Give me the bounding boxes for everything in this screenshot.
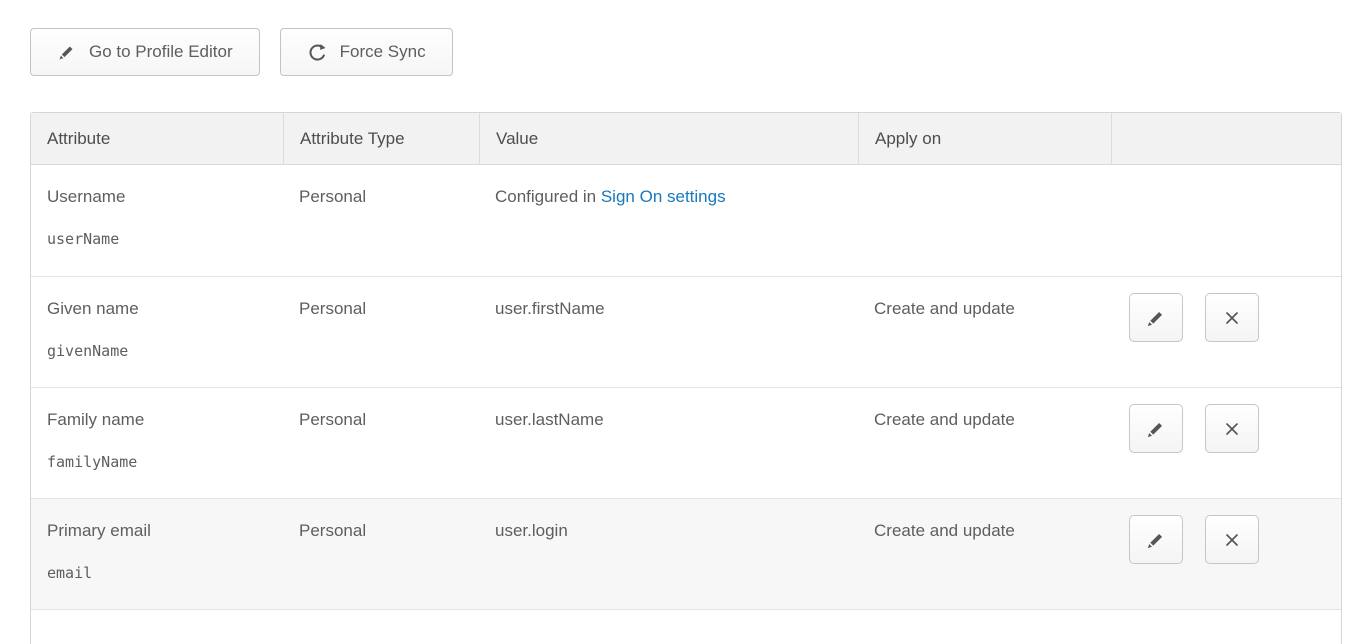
value-cell: user.firstName (479, 277, 858, 387)
edit-attribute-button[interactable] (1129, 515, 1183, 564)
attribute-type-value: Personal (299, 299, 366, 318)
actions-cell (1111, 388, 1341, 498)
pencil-icon (1145, 418, 1167, 440)
attribute-type-cell: Personal (283, 277, 479, 387)
column-header-attribute: Attribute (31, 113, 283, 164)
edit-attribute-button[interactable] (1129, 404, 1183, 453)
partial-next-row (31, 609, 1341, 644)
sign-on-settings-link[interactable]: Sign On settings (601, 187, 726, 206)
column-header-actions (1111, 113, 1341, 164)
pencil-icon (1145, 529, 1167, 551)
delete-attribute-button[interactable] (1205, 293, 1259, 342)
table-row: Primary email email Personal user.login … (31, 498, 1341, 609)
table-row: Given name givenName Personal user.first… (31, 276, 1341, 387)
x-icon (1222, 419, 1242, 439)
apply-on-cell: Create and update (858, 499, 1111, 609)
table-row: Username userName Personal Configured in… (31, 165, 1341, 276)
apply-on-value: Create and update (874, 410, 1015, 429)
attribute-type-value: Personal (299, 410, 366, 429)
actions-cell (1111, 277, 1341, 387)
attribute-variable-name: givenName (47, 342, 267, 360)
value-cell: user.lastName (479, 388, 858, 498)
go-to-profile-editor-button[interactable]: Go to Profile Editor (30, 28, 260, 76)
attribute-type-value: Personal (299, 187, 366, 206)
go-to-profile-editor-label: Go to Profile Editor (89, 42, 233, 62)
value-cell: user.login (479, 499, 858, 609)
column-header-apply-on: Apply on (858, 113, 1111, 164)
value-expression: user.login (495, 521, 568, 540)
pencil-icon (1145, 307, 1167, 329)
attribute-type-cell: Personal (283, 499, 479, 609)
x-icon (1222, 530, 1242, 550)
apply-on-value: Create and update (874, 299, 1015, 318)
attribute-cell: Given name givenName (31, 277, 283, 387)
attribute-variable-name: familyName (47, 453, 267, 471)
attribute-display-name: Primary email (47, 521, 151, 540)
apply-on-cell: Create and update (858, 388, 1111, 498)
attribute-cell: Family name familyName (31, 388, 283, 498)
value-cell: Configured in Sign On settings (479, 165, 858, 276)
apply-on-cell: Create and update (858, 277, 1111, 387)
pencil-icon (57, 42, 77, 62)
table-body: Username userName Personal Configured in… (31, 165, 1341, 609)
value-prefix-text: Configured in (495, 187, 601, 206)
attribute-mappings-page: Go to Profile Editor Force Sync Attribut… (0, 0, 1370, 644)
force-sync-button[interactable]: Force Sync (280, 28, 453, 76)
attribute-variable-name: userName (47, 230, 267, 248)
value-expression: user.firstName (495, 299, 605, 318)
attribute-cell: Username userName (31, 165, 283, 276)
attribute-type-cell: Personal (283, 165, 479, 276)
actions-cell (1111, 499, 1341, 609)
actions-cell (1111, 165, 1341, 276)
column-header-attribute-type: Attribute Type (283, 113, 479, 164)
attribute-display-name: Given name (47, 299, 139, 318)
attribute-cell: Primary email email (31, 499, 283, 609)
refresh-icon (307, 42, 328, 63)
attribute-type-value: Personal (299, 521, 366, 540)
delete-attribute-button[interactable] (1205, 404, 1259, 453)
table-row: Family name familyName Personal user.las… (31, 387, 1341, 498)
delete-attribute-button[interactable] (1205, 515, 1259, 564)
attribute-display-name: Username (47, 187, 125, 206)
attribute-mapping-table: Attribute Attribute Type Value Apply on … (30, 112, 1342, 644)
value-expression: user.lastName (495, 410, 604, 429)
column-header-value: Value (479, 113, 858, 164)
edit-attribute-button[interactable] (1129, 293, 1183, 342)
attribute-type-cell: Personal (283, 388, 479, 498)
x-icon (1222, 308, 1242, 328)
table-header-row: Attribute Attribute Type Value Apply on (31, 113, 1341, 165)
toolbar: Go to Profile Editor Force Sync (30, 28, 1342, 76)
attribute-display-name: Family name (47, 410, 144, 429)
apply-on-value: Create and update (874, 521, 1015, 540)
apply-on-cell (858, 165, 1111, 276)
attribute-variable-name: email (47, 564, 267, 582)
force-sync-label: Force Sync (340, 42, 426, 62)
